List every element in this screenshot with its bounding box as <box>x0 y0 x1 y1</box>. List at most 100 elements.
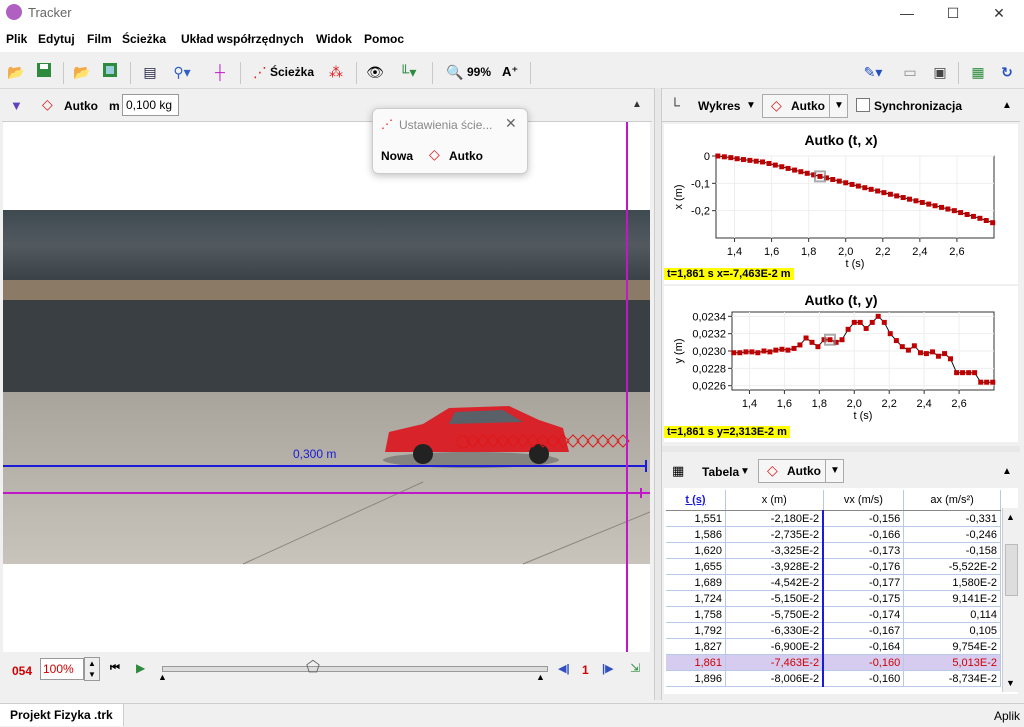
open-folder-icon[interactable]: 📂 <box>6 62 26 82</box>
table-row[interactable]: 1,620 -3,325E-2 -0,173 -0,158 <box>666 542 1001 559</box>
loop-icon[interactable]: ⇲ <box>630 661 640 675</box>
scroll-thumb[interactable] <box>1005 544 1018 596</box>
chevron-down-icon[interactable]: ▼ <box>740 466 750 477</box>
collapse-up-icon[interactable]: ▲ <box>632 99 642 110</box>
col-header[interactable]: ax (m/s²) <box>903 490 1001 511</box>
step-forward-icon[interactable]: |▶ <box>602 662 614 675</box>
table-scrollbar[interactable]: ▲ ▼ <box>1002 508 1019 692</box>
menu-view[interactable]: Widok <box>316 32 352 46</box>
split-divider[interactable] <box>662 446 1020 452</box>
video-panel[interactable]: 0,300 m <box>3 122 650 652</box>
rate-spinner[interactable]: ▲ ▼ <box>84 657 100 681</box>
table-row[interactable]: 1,586 -2,735E-2 -0,166 -0,246 <box>666 526 1001 543</box>
end-marker-icon[interactable]: ▲ <box>536 672 545 682</box>
rate-input[interactable]: 100% <box>40 658 84 680</box>
table-cell: -0,160 <box>823 670 905 687</box>
reset-icon[interactable]: ⏮ <box>110 662 120 675</box>
minimize-button[interactable]: — <box>884 2 930 24</box>
data-point <box>755 350 761 356</box>
project-tab[interactable]: Projekt Fizyka .trk <box>0 704 124 726</box>
split-divider[interactable] <box>654 88 662 700</box>
chevron-down-icon[interactable]: ▼ <box>746 100 756 111</box>
chart-readout: t=1,861 s y=2,313E-2 m <box>664 426 790 438</box>
data-table[interactable]: t (s) x (m) vx (m/s) ax (m/s²) 1,551 -2,1… <box>666 490 1001 687</box>
eye-icon[interactable]: 👁 <box>364 62 386 82</box>
plot-pane-header: └ Wykres ▼ ◇ Autko ▼ Synchronizacja ▲ <box>662 91 1020 122</box>
menu-file[interactable]: Plik <box>6 32 27 46</box>
step-back-icon[interactable]: ◀| <box>558 662 570 675</box>
table-row[interactable]: 1,861 -7,463E-2 -0,160 5,013E-2 <box>666 654 1001 671</box>
open-video-icon[interactable]: 📂 <box>72 62 92 82</box>
x-tick-label: 2,4 <box>912 246 927 258</box>
axes-icon[interactable]: ┼ <box>210 62 230 82</box>
calibration-label[interactable]: 0,300 m <box>293 447 336 461</box>
collapse-up-icon[interactable]: ▲ <box>1002 100 1012 111</box>
table-row[interactable]: 1,689 -4,542E-2 -0,177 1,580E-2 <box>666 574 1001 591</box>
col-header[interactable]: t (s) <box>666 490 727 511</box>
col-header[interactable]: x (m) <box>725 490 824 511</box>
plot-options-icon[interactable]: ╙▾ <box>394 62 422 82</box>
frame-slider[interactable] <box>162 666 548 672</box>
play-icon[interactable]: ▶ <box>136 661 145 675</box>
font-size-button[interactable]: A⁺ <box>502 62 518 82</box>
y-axis-label: x (m) <box>673 184 685 209</box>
table-row[interactable]: 1,792 -6,330E-2 -0,167 0,105 <box>666 622 1001 639</box>
chevron-down-icon[interactable]: ▼ <box>829 95 848 117</box>
data-point <box>749 349 755 355</box>
popup-new-button[interactable]: Nowa <box>381 149 413 163</box>
maximize-button[interactable]: ☐ <box>930 2 976 24</box>
mass-input[interactable]: 0,100 kg <box>122 94 179 116</box>
plot-view-selector[interactable]: Wykres <box>698 99 740 113</box>
track-dots-icon: ⋰ <box>381 117 393 131</box>
popup-close-icon[interactable]: ✕ <box>505 115 517 132</box>
table-cell: -0,173 <box>823 542 905 559</box>
col-header[interactable]: vx (m/s) <box>823 490 905 511</box>
collapse-up-icon[interactable]: ▲ <box>1002 466 1012 477</box>
table-row[interactable]: 1,655 -3,928E-2 -0,176 -5,522E-2 <box>666 558 1001 575</box>
table-track-selector[interactable]: ◇ Autko ▼ <box>758 459 844 483</box>
popup-track[interactable]: Autko <box>449 149 483 163</box>
step-size[interactable]: 1 <box>582 663 589 677</box>
menu-video[interactable]: Film <box>87 32 112 46</box>
data-point <box>894 193 900 199</box>
track-name[interactable]: Autko <box>64 99 98 113</box>
track-control-icon[interactable]: ⁂ <box>326 62 346 82</box>
table-row[interactable]: 1,551 -2,180E-2 -0,156 -0,331 <box>666 510 1001 527</box>
menu-help[interactable]: Pomoc <box>364 32 404 46</box>
refresh-icon[interactable]: ↻ <box>996 62 1018 82</box>
chart-x-panel[interactable]: Autko (t, x) 1,4 1,6 1,8 2,0 2,2 2,4 2,6 0 -0,1-… <box>664 124 1018 284</box>
calibration-tools-icon[interactable]: ⚲▾ <box>168 62 196 82</box>
menu-coords[interactable]: Układ współrzędnych <box>181 32 304 46</box>
pencil-icon[interactable]: ✎▾ <box>860 62 886 82</box>
menu-track[interactable]: Ścieżka <box>122 32 166 46</box>
track-button[interactable]: Ścieżka <box>270 62 314 82</box>
chevron-down-icon[interactable]: ▼ <box>825 460 844 482</box>
zoom-icon[interactable]: 🔍 <box>444 62 466 82</box>
chart-y-panel[interactable]: Autko (t, y) 1,4 1,6 1,8 2,0 2,2 2,4 2,6 0,0234… <box>664 286 1018 442</box>
info-icon[interactable]: ▣ <box>930 62 950 82</box>
zoom-level[interactable]: 99% <box>467 62 491 82</box>
start-marker-icon[interactable]: ▲ <box>158 672 167 682</box>
table-row[interactable]: 1,896 -8,006E-2 -0,160 -8,734E-2 <box>666 670 1001 687</box>
table-row[interactable]: 1,758 -5,750E-2 -0,174 0,114 <box>666 606 1001 623</box>
clip-settings-icon[interactable]: ▤ <box>140 62 160 82</box>
table-row[interactable]: 1,827 -6,900E-2 -0,164 9,754E-2 <box>666 638 1001 655</box>
save-icon[interactable] <box>34 62 54 82</box>
plot-track-selector[interactable]: ◇ Autko ▼ <box>762 94 848 118</box>
track-menu-icon[interactable]: ▼ <box>10 98 23 113</box>
track-dots-icon[interactable]: ⋰ <box>248 62 272 82</box>
notes-icon[interactable]: ▭ <box>900 62 920 82</box>
menu-edit[interactable]: Edytuj <box>38 32 75 46</box>
table-row[interactable]: 1,724 -5,150E-2 -0,175 9,141E-2 <box>666 590 1001 607</box>
save-video-icon[interactable] <box>100 62 120 82</box>
memory-icon[interactable]: ▦ <box>966 62 990 82</box>
title-bar: Tracker — ☐ ✕ <box>0 0 1024 26</box>
sync-checkbox[interactable] <box>856 98 870 112</box>
slider-thumb[interactable]: ⬠ <box>306 657 320 677</box>
scroll-up-icon[interactable]: ▲ <box>1006 512 1015 522</box>
table-cell: 0,114 <box>903 606 1001 623</box>
scroll-down-icon[interactable]: ▼ <box>1006 678 1015 688</box>
table-view-selector[interactable]: Tabela <box>702 465 739 479</box>
frame-number[interactable]: 054 <box>12 664 32 678</box>
close-button[interactable]: ✕ <box>976 2 1022 24</box>
